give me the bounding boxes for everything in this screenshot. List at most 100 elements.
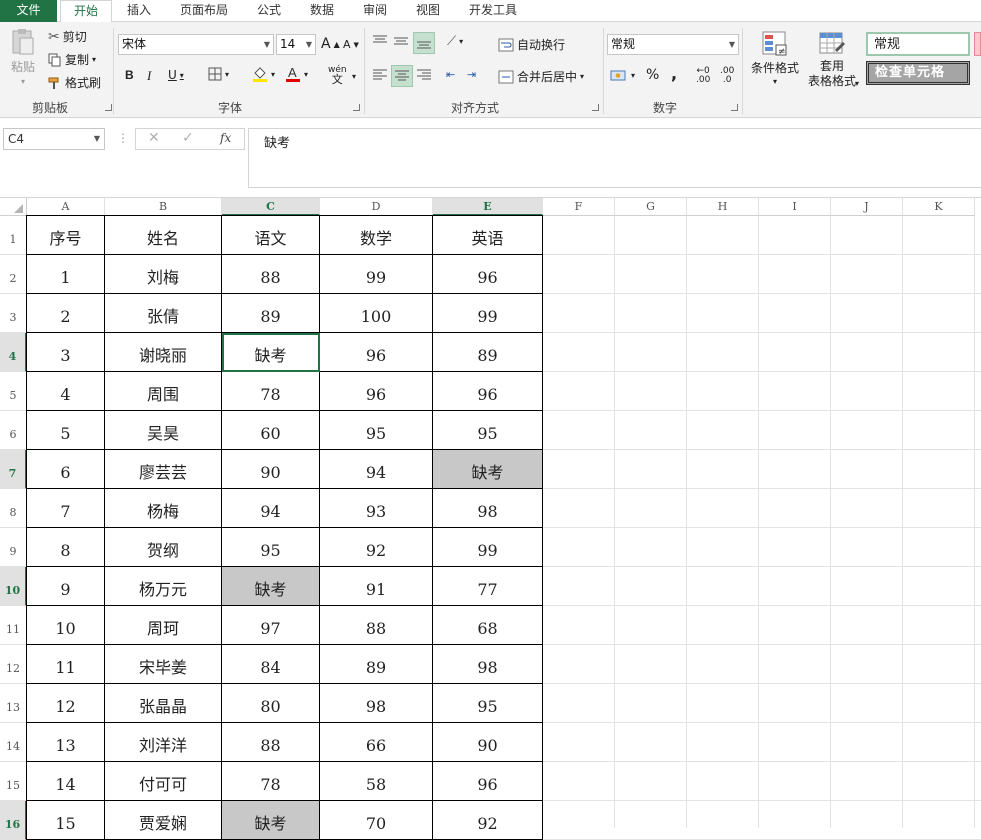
- row-header-2[interactable]: 2: [0, 255, 27, 294]
- cell-b8[interactable]: 杨梅: [105, 489, 222, 528]
- cell-a16[interactable]: 15: [27, 801, 105, 840]
- format-as-table-button[interactable]: 套用 表格格式: [802, 30, 862, 88]
- style-check-cell[interactable]: 检查单元格: [866, 61, 970, 85]
- phonetic-button[interactable]: wén 文: [328, 66, 347, 86]
- cell-d13[interactable]: 98: [320, 684, 433, 723]
- font-launcher-icon[interactable]: [353, 104, 360, 111]
- increase-decimal-button[interactable]: ←0.00: [696, 67, 710, 85]
- align-center-button[interactable]: [391, 65, 413, 87]
- cell-b15[interactable]: 付可可: [105, 762, 222, 801]
- cell-b5[interactable]: 周围: [105, 372, 222, 411]
- cell-c4[interactable]: 缺考: [222, 333, 320, 372]
- cell-d15[interactable]: 58: [320, 762, 433, 801]
- cell-e2[interactable]: 96: [433, 255, 543, 294]
- tab-view[interactable]: 视图: [407, 0, 449, 22]
- cell-d9[interactable]: 92: [320, 528, 433, 567]
- cell-c5[interactable]: 78: [222, 372, 320, 411]
- cell-d8[interactable]: 93: [320, 489, 433, 528]
- table-header-c[interactable]: 语文: [222, 216, 320, 255]
- cell-a5[interactable]: 4: [27, 372, 105, 411]
- cell-b11[interactable]: 周珂: [105, 606, 222, 645]
- column-header-h[interactable]: H: [687, 198, 759, 216]
- cell-b16[interactable]: 贾爱娴: [105, 801, 222, 840]
- column-header-i[interactable]: I: [759, 198, 831, 216]
- increase-indent-button[interactable]: ⇥: [467, 68, 476, 81]
- column-header-d[interactable]: D: [320, 198, 433, 216]
- cell-d4[interactable]: 96: [320, 333, 433, 372]
- grow-font-button[interactable]: A ▲: [321, 36, 340, 52]
- align-right-button[interactable]: [416, 68, 432, 82]
- column-header-k[interactable]: K: [903, 198, 975, 216]
- number-launcher-icon[interactable]: [731, 104, 738, 111]
- tab-review[interactable]: 审阅: [354, 0, 396, 22]
- column-header-f[interactable]: F: [543, 198, 615, 216]
- cell-c3[interactable]: 89: [222, 294, 320, 333]
- cell-d11[interactable]: 88: [320, 606, 433, 645]
- cell-a6[interactable]: 5: [27, 411, 105, 450]
- cell-a15[interactable]: 14: [27, 762, 105, 801]
- format-painter-button[interactable]: 格式刷: [48, 74, 101, 91]
- cell-d10[interactable]: 91: [320, 567, 433, 606]
- alignment-launcher-icon[interactable]: [592, 104, 599, 111]
- copy-button[interactable]: 复制 ▾: [48, 51, 96, 68]
- wrap-text-button[interactable]: 自动换行: [498, 36, 565, 53]
- cell-d12[interactable]: 89: [320, 645, 433, 684]
- cell-e9[interactable]: 99: [433, 528, 543, 567]
- column-header-j[interactable]: J: [831, 198, 903, 216]
- row-header-7[interactable]: 7: [0, 450, 27, 489]
- row-header-1[interactable]: 1: [0, 216, 27, 255]
- cell-c12[interactable]: 84: [222, 645, 320, 684]
- row-header-6[interactable]: 6: [0, 411, 27, 450]
- percent-button[interactable]: %: [646, 67, 659, 83]
- tab-home[interactable]: 开始: [60, 0, 112, 23]
- tab-developer[interactable]: 开发工具: [460, 0, 526, 22]
- cell-e11[interactable]: 68: [433, 606, 543, 645]
- table-header-b[interactable]: 姓名: [105, 216, 222, 255]
- worksheet-grid[interactable]: A B C D E F G H I J K 1 2 3 4 5 6 7 8 9 10 11 12 13 14 15 16 序号 姓名 语文…: [0, 198, 981, 840]
- cell-a3[interactable]: 2: [27, 294, 105, 333]
- tab-page-layout[interactable]: 页面布局: [172, 0, 236, 22]
- clipboard-launcher-icon[interactable]: [105, 104, 112, 111]
- align-top-button[interactable]: [372, 34, 388, 48]
- paste-button[interactable]: 粘贴 ▾: [8, 28, 38, 86]
- cell-b13[interactable]: 张晶晶: [105, 684, 222, 723]
- borders-button[interactable]: ▾: [208, 67, 229, 81]
- cell-d5[interactable]: 96: [320, 372, 433, 411]
- insert-function-icon[interactable]: fx: [220, 131, 231, 145]
- cell-e16[interactable]: 92: [433, 801, 543, 840]
- cell-c16[interactable]: 缺考: [222, 801, 320, 840]
- row-header-13[interactable]: 13: [0, 684, 27, 723]
- row-header-12[interactable]: 12: [0, 645, 27, 684]
- font-name-combo[interactable]: 宋体 ▼: [118, 34, 274, 55]
- cell-a14[interactable]: 13: [27, 723, 105, 762]
- shrink-font-button[interactable]: A ▼: [343, 38, 359, 51]
- cell-a9[interactable]: 8: [27, 528, 105, 567]
- cell-e15[interactable]: 96: [433, 762, 543, 801]
- cell-e10[interactable]: 77: [433, 567, 543, 606]
- cell-d7[interactable]: 94: [320, 450, 433, 489]
- align-middle-button[interactable]: [393, 34, 409, 48]
- table-header-a[interactable]: 序号: [27, 216, 105, 255]
- cell-e13[interactable]: 95: [433, 684, 543, 723]
- row-header-9[interactable]: 9: [0, 528, 27, 567]
- cell-e14[interactable]: 90: [433, 723, 543, 762]
- tab-file[interactable]: 文件: [0, 0, 57, 22]
- cell-c9[interactable]: 95: [222, 528, 320, 567]
- enter-check-icon[interactable]: ✓: [182, 130, 194, 146]
- row-header-15[interactable]: 15: [0, 762, 27, 801]
- cell-e3[interactable]: 99: [433, 294, 543, 333]
- orientation-button[interactable]: ⟋ ▾: [447, 34, 463, 49]
- row-header-4[interactable]: 4: [0, 333, 27, 372]
- style-bad-partial[interactable]: [974, 32, 981, 56]
- cell-a2[interactable]: 1: [27, 255, 105, 294]
- select-all-corner[interactable]: [0, 198, 27, 216]
- formula-input[interactable]: 缺考: [248, 128, 981, 188]
- cell-e6[interactable]: 95: [433, 411, 543, 450]
- row-header-8[interactable]: 8: [0, 489, 27, 528]
- cell-b12[interactable]: 宋毕姜: [105, 645, 222, 684]
- cell-d6[interactable]: 95: [320, 411, 433, 450]
- cell-c13[interactable]: 80: [222, 684, 320, 723]
- cell-a10[interactable]: 9: [27, 567, 105, 606]
- cell-b4[interactable]: 谢晓丽: [105, 333, 222, 372]
- cell-b10[interactable]: 杨万元: [105, 567, 222, 606]
